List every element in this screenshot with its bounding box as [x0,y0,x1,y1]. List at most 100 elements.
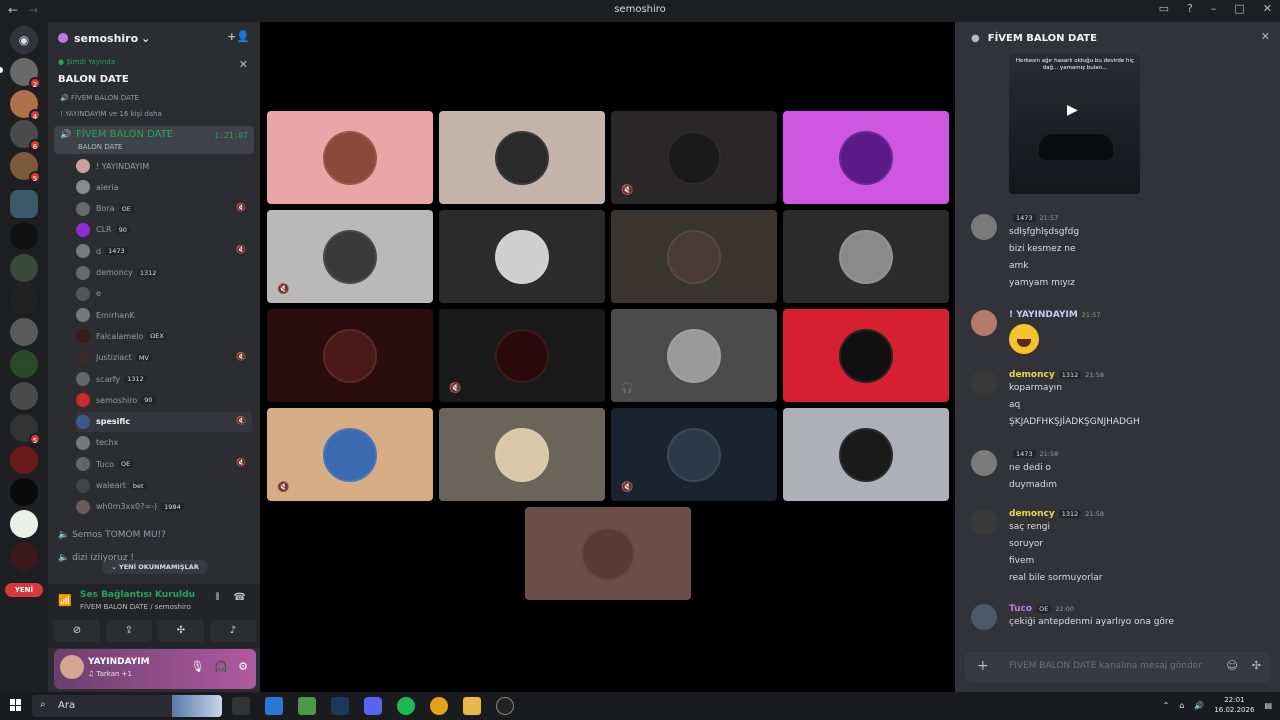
server-icon[interactable] [10,222,38,250]
apps-icon[interactable]: ✣ [1252,659,1261,672]
app-icon[interactable] [496,697,514,715]
discord-taskbar-icon[interactable] [364,697,382,715]
server-icon[interactable] [10,190,38,218]
voice-member[interactable]: demoncy 1312 [76,263,252,283]
video-tile[interactable]: 🔇 [439,309,605,402]
avatar[interactable] [971,214,997,240]
server-icon[interactable]: 2 [10,58,41,89]
video-tile[interactable]: 🔇 [611,111,777,204]
discord-home-icon[interactable]: ◉ [10,26,38,54]
voice-member[interactable]: semoshiro 90 [76,390,252,410]
avatar[interactable] [60,655,84,679]
notification-icon[interactable]: ▤ [1264,701,1272,710]
volume-icon[interactable]: 🔊 [1194,701,1204,710]
server-icon[interactable] [10,286,38,314]
inbox-icon[interactable]: ▭ [1159,2,1169,15]
avatar[interactable] [971,604,997,630]
avatar[interactable] [971,509,997,535]
video-tile[interactable] [783,408,949,501]
windows-start-icon[interactable] [10,699,22,711]
video-embed[interactable]: Herkesin ağır hasarlı olduğu bu devirde … [1009,54,1140,194]
disconnect-icon[interactable]: ☎ [234,592,246,603]
video-tile[interactable] [783,309,949,402]
voice-member[interactable]: aleria [76,177,252,197]
message-author[interactable]: Tuco [1009,604,1032,614]
server-icon[interactable] [10,510,38,538]
add-attachment-icon[interactable]: + [977,658,989,674]
voice-member[interactable]: techx [76,433,252,453]
message-author[interactable]: ! YAYINDAYIM [1009,310,1078,320]
avatar[interactable] [971,370,997,396]
maximize-icon[interactable]: □ [1234,2,1244,15]
camera-off-button[interactable]: ⊘ [54,620,100,642]
taskbar-search[interactable]: ⌕ Ara [32,695,222,717]
stage-channel[interactable]: 🔊 FİVEM BALON DATE [60,94,139,102]
spotify-icon[interactable] [397,697,415,715]
video-tile[interactable] [783,210,949,303]
server-icon[interactable] [10,254,38,282]
add-member-icon[interactable]: +👤 [227,30,250,43]
video-tile[interactable] [267,111,433,204]
video-tile[interactable] [611,210,777,303]
soundboard-button[interactable]: ♪ [210,620,256,642]
message-composer[interactable]: + FİVEM BALON DATE kanalına mesaj gönder… [965,652,1271,682]
video-tile[interactable]: 🔇 [267,408,433,501]
server-icon[interactable]: 5 [10,414,41,445]
voice-member[interactable]: wh0m3xx0?=-) 1984 [76,497,252,517]
video-tile[interactable]: 🎧 [611,309,777,402]
close-icon[interactable]: ✕ [1261,30,1270,43]
steam-icon[interactable] [331,697,349,715]
microphone-icon[interactable]: 🎙 [190,660,204,673]
server-icon[interactable]: 5 [10,152,41,183]
server-icon[interactable]: 4 [10,90,41,121]
server-icon[interactable] [10,350,38,378]
video-tile[interactable] [439,111,605,204]
help-icon[interactable]: ? [1187,2,1193,15]
voice-member[interactable]: Tuco OE 🔇 [76,454,252,474]
store-icon[interactable] [298,697,316,715]
video-tile[interactable]: 🔇 [611,408,777,501]
server-icon[interactable] [10,318,38,346]
server-icon[interactable] [10,542,38,570]
server-icon[interactable] [10,478,38,506]
outlook-icon[interactable] [265,697,283,715]
voice-member[interactable]: Justiziact MV 🔇 [76,348,252,368]
voice-member[interactable]: e [76,284,252,304]
unread-jump-button[interactable]: ⌄ YENİ OKUNMAMIŞLAR [102,560,208,574]
voice-member[interactable]: waleart bet [76,476,252,496]
video-tile[interactable] [267,309,433,402]
task-view-icon[interactable] [232,697,250,715]
close-icon[interactable]: ✕ [1263,2,1272,15]
video-tile[interactable] [783,111,949,204]
voice-member[interactable]: d 1473 🔇 [76,241,252,261]
server-icon[interactable]: 6 [10,120,41,151]
video-tile[interactable] [439,408,605,501]
voice-member[interactable]: Bora OE 🔇 [76,199,252,219]
voice-member[interactable]: spesific 🔇 [76,411,252,432]
voice-member[interactable]: Falcalamelo ΩEX [76,326,252,346]
voice-channel[interactable]: 🔈 Semos TOMOM MU!? [58,530,166,540]
avatar[interactable] [971,310,997,336]
avatar[interactable] [971,450,997,476]
settings-icon[interactable]: ⚙ [238,660,248,673]
server-icon[interactable] [10,446,38,474]
headphones-icon[interactable]: 🎧 [214,660,228,673]
activities-button[interactable]: ✣ [158,620,204,642]
server-header[interactable]: semoshiro ⌄ +👤 [48,22,260,54]
chevron-up-icon[interactable]: ⌃ [1163,701,1170,710]
voice-channel-active[interactable]: 🔊 FİVEM BALON DATE BALON DATE 1:21:07 [54,126,254,154]
minimize-icon[interactable]: – [1211,2,1217,15]
screen-share-button[interactable]: ⇪ [106,620,152,642]
noise-suppression-icon[interactable]: ⫴ [215,592,219,603]
clock[interactable]: 22:01 16.02.2026 [1214,695,1254,715]
message-author[interactable]: demoncy [1009,509,1055,519]
play-icon[interactable]: ▶ [1067,102,1078,118]
video-tile[interactable] [439,210,605,303]
video-tile[interactable] [525,507,691,600]
emoji-icon[interactable]: ☺ [1226,659,1237,672]
chrome-icon[interactable] [430,697,448,715]
voice-member[interactable]: scarfy 1312 [76,369,252,389]
voice-member[interactable]: ! YAYINDAYIM [76,156,252,176]
new-unread-pill[interactable]: YENİ [5,583,43,597]
file-explorer-icon[interactable] [463,697,481,715]
